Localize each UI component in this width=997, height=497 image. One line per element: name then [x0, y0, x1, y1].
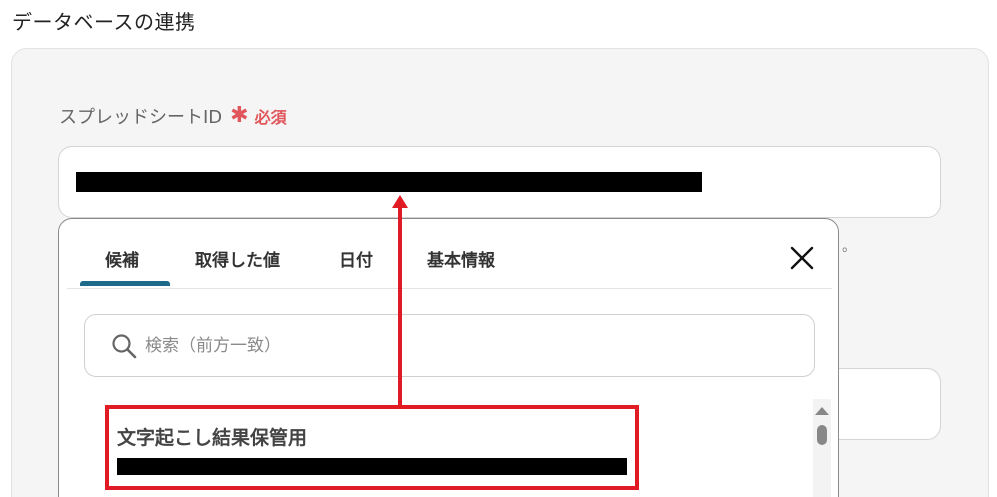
picker-tabs: 候補 取得した値 日付 基本情報: [59, 219, 838, 289]
annotation-arrow-shaft: [398, 205, 402, 405]
tab-basic-info[interactable]: 基本情報: [427, 246, 495, 271]
helper-text-tail: 。: [842, 239, 856, 255]
active-tab-indicator: [80, 281, 170, 286]
redacted-subtitle: [117, 458, 627, 475]
search-icon: [111, 333, 137, 359]
search-box: [84, 314, 815, 377]
field-label-text: スプレッドシートID: [59, 107, 223, 128]
close-icon[interactable]: [789, 245, 815, 271]
scroll-up-icon[interactable]: [815, 407, 829, 415]
required-asterisk-icon: ✱: [230, 103, 249, 128]
tabs-divider: [67, 288, 832, 289]
section-title: データベースの連携: [12, 10, 196, 34]
search-input[interactable]: [145, 331, 785, 361]
value-picker-popup: 候補 取得した値 日付 基本情報 文字起こし結果保管用: [58, 218, 839, 497]
list-item-title: 文字起こし結果保管用: [117, 427, 308, 449]
redacted-value: [76, 172, 702, 192]
spreadsheet-id-label: スプレッドシートID ✱ 必須: [59, 103, 287, 129]
scrollbar-thumb[interactable]: [817, 425, 827, 445]
list-item[interactable]: 文字起こし結果保管用: [103, 404, 637, 489]
tab-candidates[interactable]: 候補: [105, 246, 139, 271]
tab-retrieved-values[interactable]: 取得した値: [195, 246, 280, 271]
annotation-arrow-head: [392, 195, 408, 208]
tab-date[interactable]: 日付: [339, 246, 373, 271]
required-badge: 必須: [254, 108, 287, 127]
